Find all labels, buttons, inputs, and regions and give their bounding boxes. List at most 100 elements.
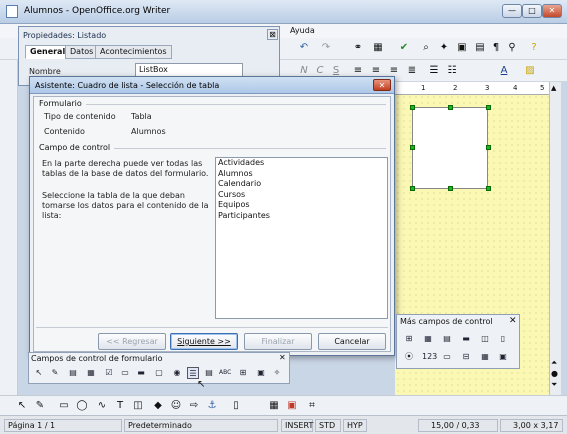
image-control-icon[interactable]: ▦ xyxy=(422,333,434,345)
table-list-item[interactable]: Calendario xyxy=(216,179,387,190)
gallery-icon[interactable]: ▣ xyxy=(454,40,470,56)
currency-field-icon[interactable]: ▭ xyxy=(441,351,453,363)
menu-help[interactable]: Ayuda xyxy=(290,26,315,35)
zoom-icon[interactable]: ⚲ xyxy=(504,40,520,56)
nav-dot-icon[interactable]: ● xyxy=(551,369,558,378)
datasource-icon[interactable]: ▤ xyxy=(472,40,488,56)
navigator-icon[interactable]: ✦ xyxy=(436,40,452,56)
label-field-icon[interactable]: ABC xyxy=(219,367,231,379)
form-controls-close-button[interactable]: ✕ xyxy=(279,353,286,362)
selected-listbox-control[interactable] xyxy=(412,107,488,189)
justify-icon[interactable]: ≣ xyxy=(404,63,420,79)
resize-handle[interactable] xyxy=(448,186,453,191)
formatted-field-icon[interactable]: ▬ xyxy=(135,367,147,379)
nonprinting-icon[interactable]: ¶ xyxy=(488,40,504,56)
draw-line-icon[interactable]: ✎ xyxy=(32,398,48,414)
design-mode-icon[interactable]: ✎ xyxy=(49,367,61,379)
tab-events[interactable]: Acontecimientos xyxy=(95,45,172,59)
more-controls-icon[interactable]: ⊞ xyxy=(237,367,249,379)
pointer-icon[interactable]: ↖ xyxy=(14,398,30,414)
grid-icon[interactable]: ▦ xyxy=(266,398,282,414)
maximize-button[interactable]: □ xyxy=(522,4,542,18)
draw-ellipse-icon[interactable]: ◯ xyxy=(74,398,90,414)
cancel-button[interactable]: Cancelar xyxy=(318,333,386,350)
name-field[interactable]: ListBox xyxy=(135,63,243,77)
tables-listbox[interactable]: Actividades Alumnos Calendario Cursos Eq… xyxy=(215,157,388,319)
table-list-item[interactable]: Alumnos xyxy=(216,169,387,180)
wizard-close-button[interactable]: ✕ xyxy=(373,79,391,91)
page-style[interactable]: Predeterminado xyxy=(124,419,278,432)
draw-rect-icon[interactable]: ▭ xyxy=(56,398,72,414)
close-window-button[interactable]: ✕ xyxy=(542,4,562,18)
resize-handle[interactable] xyxy=(448,105,453,110)
chart-control-icon[interactable]: ▤ xyxy=(441,333,453,345)
wizards-on-off-icon[interactable]: ✧ xyxy=(271,367,283,379)
clock-icon[interactable]: ▯ xyxy=(497,333,509,345)
option-button-icon[interactable]: ◉ xyxy=(171,367,183,379)
tab-data[interactable]: Datos xyxy=(65,45,99,59)
resize-handle[interactable] xyxy=(410,186,415,191)
resize-handle[interactable] xyxy=(410,145,415,150)
date-field-icon[interactable]: ⊞ xyxy=(403,333,415,345)
form-properties-icon[interactable]: ▦ xyxy=(85,367,97,379)
font-color-icon[interactable]: A xyxy=(496,63,512,79)
table-list-item[interactable]: Participantes xyxy=(216,211,387,222)
pattern-field-icon[interactable]: ⊟ xyxy=(460,351,472,363)
hyperlink-icon[interactable]: ⚭ xyxy=(350,40,366,56)
find-icon[interactable]: ⌕ xyxy=(418,40,434,56)
table-list-item[interactable]: Equipos xyxy=(216,200,387,211)
scroll-up-icon[interactable]: ▲ xyxy=(551,84,556,92)
back-button[interactable]: << Regresar xyxy=(98,333,166,350)
resize-handle[interactable] xyxy=(486,186,491,191)
push-button-icon[interactable]: ▢ xyxy=(153,367,165,379)
table-list-item[interactable]: Actividades xyxy=(216,158,387,169)
symbol-shapes-icon[interactable]: ☺ xyxy=(168,398,184,414)
file-select-icon[interactable]: ◫ xyxy=(479,333,491,345)
resize-handle[interactable] xyxy=(486,145,491,150)
prev-page-icon[interactable]: ⏶ xyxy=(551,358,557,368)
bullets-icon[interactable]: ☷ xyxy=(444,63,460,79)
select-icon[interactable]: ↖ xyxy=(33,367,45,379)
freeform-icon[interactable]: ∿ xyxy=(94,398,110,414)
next-button[interactable]: Siguiente >> xyxy=(170,333,238,350)
guides-icon[interactable]: ▣ xyxy=(284,398,300,414)
next-page-icon[interactable]: ⏷ xyxy=(551,380,557,390)
form-design-icon[interactable]: ▣ xyxy=(255,367,267,379)
frame-control-icon[interactable]: ▬ xyxy=(460,333,472,345)
text-icon[interactable]: T xyxy=(112,398,128,414)
table-icon[interactable]: ▦ xyxy=(370,40,386,56)
finish-button[interactable]: Finalizar xyxy=(244,333,312,350)
callout-icon[interactable]: ◫ xyxy=(130,398,146,414)
spin-button-icon[interactable]: ⦿ xyxy=(403,351,415,363)
navigation-bar-icon[interactable]: ▣ xyxy=(497,351,509,363)
wrap-icon[interactable]: ▯ xyxy=(228,398,244,414)
list-box-icon[interactable]: ☰ xyxy=(187,367,199,379)
properties-close-button[interactable]: ⊠ xyxy=(267,29,278,40)
basic-shapes-icon[interactable]: ◆ xyxy=(150,398,166,414)
block-arrows-icon[interactable]: ⇨ xyxy=(186,398,202,414)
vertical-scrollbar[interactable]: ▲ ⏶ ● ⏷ xyxy=(549,82,561,395)
undo-icon[interactable]: ↶ xyxy=(296,40,312,56)
highlight-icon[interactable]: ▨ xyxy=(522,63,538,79)
combo-box-icon[interactable]: ▤ xyxy=(203,367,215,379)
minimize-button[interactable]: — xyxy=(502,4,522,18)
control-properties-icon[interactable]: ▤ xyxy=(67,367,79,379)
resize-handle[interactable] xyxy=(410,105,415,110)
anchor-icon[interactable]: ⚓ xyxy=(204,398,220,414)
table-list-item[interactable]: Cursos xyxy=(216,190,387,201)
redo-icon[interactable]: ↷ xyxy=(318,40,334,56)
spellcheck-icon[interactable]: ✔ xyxy=(396,40,412,56)
numeric-field-icon[interactable]: 123 xyxy=(422,351,437,363)
tab-general[interactable]: General xyxy=(25,45,71,59)
hyperlink-mode[interactable]: HYP xyxy=(343,419,367,432)
insert-mode[interactable]: INSERT xyxy=(281,419,313,432)
table-control-icon[interactable]: ▦ xyxy=(479,351,491,363)
help-icon[interactable]: ? xyxy=(526,40,542,56)
more-controls-close-button[interactable]: ✕ xyxy=(509,316,517,326)
numbering-icon[interactable]: ☰ xyxy=(426,63,442,79)
crosshair-icon[interactable]: ⌗ xyxy=(304,398,320,414)
text-box-icon[interactable]: ▭ xyxy=(119,367,131,379)
resize-handle[interactable] xyxy=(486,105,491,110)
checkbox-icon[interactable]: ☑ xyxy=(103,367,115,379)
selection-mode[interactable]: STD xyxy=(315,419,341,432)
